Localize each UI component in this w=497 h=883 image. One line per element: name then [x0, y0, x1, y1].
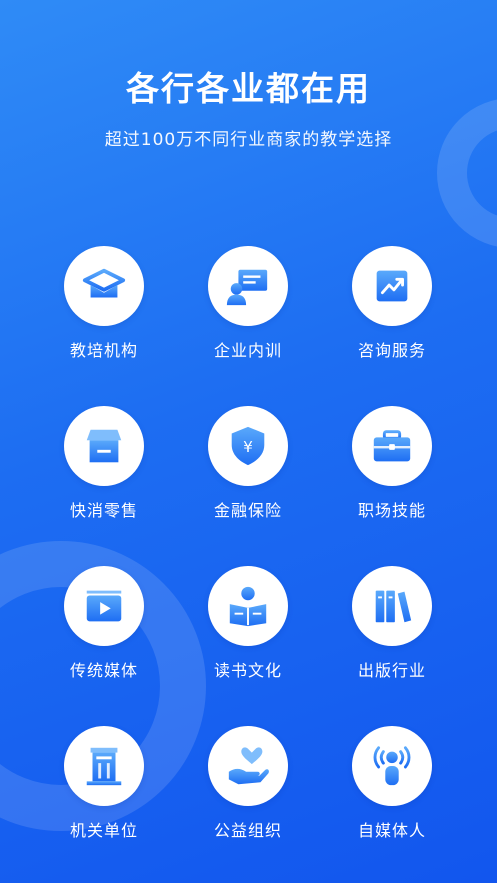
industries-screen: 各行各业都在用 超过100万不同行业商家的教学选择 教培机构 企业内训 咨询服务… — [0, 0, 497, 883]
industry-label: 公益组织 — [213, 821, 282, 840]
industry-label: 快消零售 — [69, 501, 138, 520]
industry-item-retail[interactable]: 快消零售 — [32, 406, 176, 521]
industry-item-charity[interactable]: 公益组织 — [176, 726, 320, 841]
decorative-ring-top — [437, 98, 497, 248]
industry-label: 职场技能 — [357, 501, 426, 520]
books-icon — [352, 566, 432, 646]
industry-item-education[interactable]: 教培机构 — [32, 246, 176, 361]
industry-grid: 教培机构 企业内训 咨询服务 快消零售 ¥ 金融保险 职场技能 传统媒体 读书文… — [32, 246, 464, 841]
industry-label: 自媒体人 — [357, 821, 426, 840]
industry-item-consulting[interactable]: 咨询服务 — [320, 246, 464, 361]
svg-text:¥: ¥ — [243, 438, 253, 456]
industry-label: 咨询服务 — [357, 341, 426, 360]
shield-yuan-icon: ¥ — [208, 406, 288, 486]
industry-item-traditional-media[interactable]: 传统媒体 — [32, 566, 176, 681]
industry-label: 机关单位 — [69, 821, 138, 840]
person-reading-icon — [208, 566, 288, 646]
industry-label: 读书文化 — [213, 661, 282, 680]
broadcaster-icon — [352, 726, 432, 806]
industry-item-corporate-training[interactable]: 企业内训 — [176, 246, 320, 361]
industry-label: 金融保险 — [213, 501, 282, 520]
industry-item-career-skills[interactable]: 职场技能 — [320, 406, 464, 521]
page-title: 各行各业都在用 — [126, 69, 371, 108]
industry-item-publishing[interactable]: 出版行业 — [320, 566, 464, 681]
graduation-cap-icon — [64, 246, 144, 326]
trend-chart-icon — [352, 246, 432, 326]
industry-item-reading-culture[interactable]: 读书文化 — [176, 566, 320, 681]
industry-label: 传统媒体 — [69, 661, 138, 680]
industry-item-self-media[interactable]: 自媒体人 — [320, 726, 464, 841]
industry-label: 企业内训 — [213, 341, 282, 360]
government-building-icon — [64, 726, 144, 806]
industry-label: 出版行业 — [357, 661, 426, 680]
video-play-icon — [64, 566, 144, 646]
industry-item-finance[interactable]: ¥ 金融保险 — [176, 406, 320, 521]
page-subtitle: 超过100万不同行业商家的教学选择 — [104, 130, 393, 150]
presenter-board-icon — [208, 246, 288, 326]
industry-item-government[interactable]: 机关单位 — [32, 726, 176, 841]
storefront-icon — [64, 406, 144, 486]
briefcase-icon — [352, 406, 432, 486]
heart-hand-icon — [208, 726, 288, 806]
industry-label: 教培机构 — [69, 341, 138, 360]
